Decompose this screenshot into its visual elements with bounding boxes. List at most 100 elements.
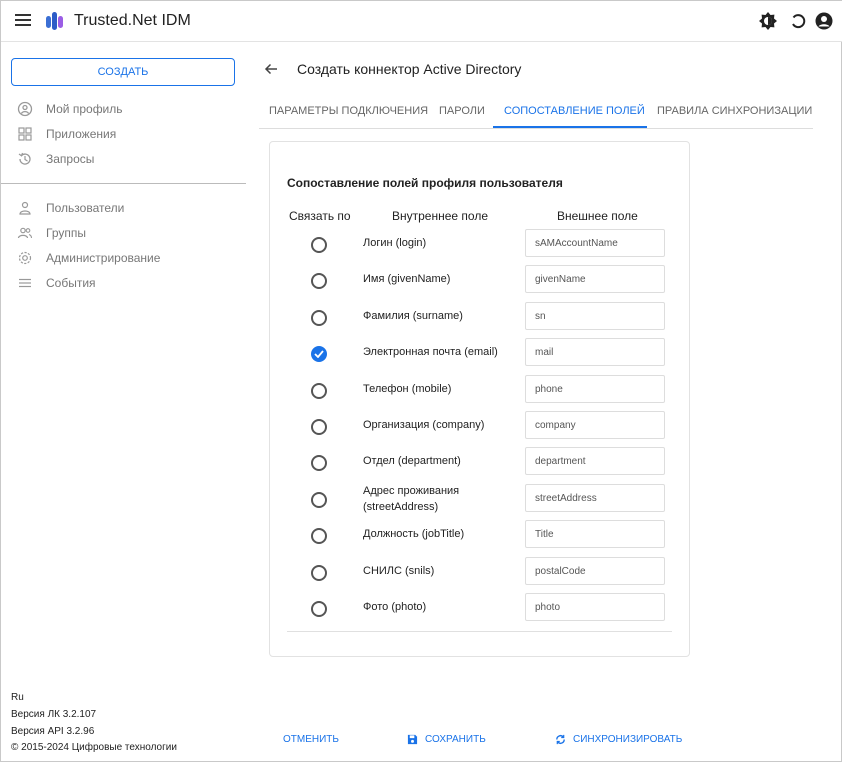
refresh-icon[interactable] xyxy=(788,11,808,31)
link-radio[interactable] xyxy=(311,273,327,289)
save-button[interactable]: СОХРАНИТЬ xyxy=(407,734,486,745)
sidebar-item-label: Администрирование xyxy=(46,251,161,265)
app-logo xyxy=(46,12,63,30)
menu-icon[interactable] xyxy=(15,14,31,28)
column-header-internal: Внутреннее поле xyxy=(392,209,488,223)
sidebar-item-label: Приложения xyxy=(46,127,117,141)
link-radio[interactable] xyxy=(311,310,327,326)
sidebar-item-label: Группы xyxy=(46,226,86,240)
external-field-input[interactable] xyxy=(525,229,665,257)
app-header: Trusted.Net IDM xyxy=(1,1,842,42)
mapping-row: Электронная почта (email) xyxy=(270,338,691,374)
sidebar: СОЗДАТЬ Мой профиль Приложения Запросы П… xyxy=(1,42,247,762)
column-header-link: Связать по xyxy=(289,209,351,223)
link-radio[interactable] xyxy=(311,419,327,435)
tab-sync-rules[interactable]: Правила синхронизации xyxy=(657,97,812,129)
external-field-input[interactable] xyxy=(525,265,665,293)
mapping-row: Должность (jobTitle) xyxy=(270,520,691,556)
back-arrow-icon[interactable] xyxy=(263,61,279,77)
sidebar-item-label: События xyxy=(46,276,96,290)
cancel-button[interactable]: ОТМЕНИТЬ xyxy=(283,734,339,745)
version-lk: Версия ЛК 3.2.107 xyxy=(11,709,97,720)
mapping-row: Адрес проживания (streetAddress) xyxy=(270,484,691,520)
card-divider xyxy=(287,631,672,632)
external-field-input[interactable] xyxy=(525,520,665,548)
group-icon xyxy=(17,227,33,239)
user-icon xyxy=(19,201,31,215)
sidebar-item-label: Пользователи xyxy=(46,201,125,215)
external-field-input[interactable] xyxy=(525,375,665,403)
app-title: Trusted.Net IDM xyxy=(74,12,191,29)
history-icon xyxy=(18,152,31,165)
version-api: Версия API 3.2.96 xyxy=(11,726,95,737)
external-field-input[interactable] xyxy=(525,411,665,439)
sidebar-item-profile[interactable]: Мой профиль xyxy=(17,99,123,119)
link-radio[interactable] xyxy=(311,455,327,471)
sidebar-item-admin[interactable]: Администрирование xyxy=(17,248,160,268)
external-field-input[interactable] xyxy=(525,593,665,621)
tab-connection-params[interactable]: Параметры подключения xyxy=(269,97,428,129)
internal-field-label: Фото (photo) xyxy=(363,601,427,613)
mapping-row: Фото (photo) xyxy=(270,593,691,629)
sidebar-divider xyxy=(1,183,246,184)
theme-icon[interactable] xyxy=(758,11,778,31)
language-switch[interactable]: Ru xyxy=(11,692,24,703)
sidebar-item-groups[interactable]: Группы xyxy=(17,223,86,243)
link-radio-checked[interactable] xyxy=(311,346,327,362)
settings-icon xyxy=(18,251,32,265)
sidebar-item-requests[interactable]: Запросы xyxy=(17,149,94,169)
link-radio[interactable] xyxy=(311,565,327,581)
internal-field-label: Телефон (mobile) xyxy=(363,383,452,395)
sidebar-item-label: Мой профиль xyxy=(46,102,123,116)
tab-passwords[interactable]: Пароли xyxy=(439,97,485,129)
account-icon[interactable] xyxy=(814,11,834,31)
check-icon xyxy=(314,350,324,358)
save-label: СОХРАНИТЬ xyxy=(425,734,486,745)
mapping-row: Телефон (mobile) xyxy=(270,375,691,411)
link-radio[interactable] xyxy=(311,528,327,544)
sync-button[interactable]: СИНХРОНИЗИРОВАТЬ xyxy=(555,734,682,745)
sidebar-item-users[interactable]: Пользователи xyxy=(17,198,124,218)
tab-bar: Параметры подключения Пароли Сопоставлен… xyxy=(259,97,813,129)
apps-icon xyxy=(18,127,32,141)
internal-field-label: Должность (jobTitle) xyxy=(363,528,465,540)
list-icon xyxy=(19,278,31,288)
copyright: © 2015-2024 Цифровые технологии xyxy=(11,742,177,753)
mapping-row: Имя (givenName) xyxy=(270,265,691,301)
tab-field-mapping[interactable]: Сопоставление полей xyxy=(504,97,645,129)
column-header-external: Внешнее поле xyxy=(557,209,638,223)
internal-field-label: Логин (login) xyxy=(363,237,427,249)
link-radio[interactable] xyxy=(311,383,327,399)
mapping-row: Отдел (department) xyxy=(270,447,691,483)
field-mapping-card: Сопоставление полей профиля пользователя… xyxy=(269,141,690,657)
internal-field-label: Адрес проживания (streetAddress) xyxy=(363,485,460,513)
sync-label: СИНХРОНИЗИРОВАТЬ xyxy=(573,734,683,745)
page-title: Создать коннектор Active Directory xyxy=(297,61,522,77)
external-field-input[interactable] xyxy=(525,484,665,512)
create-button[interactable]: СОЗДАТЬ xyxy=(11,58,235,86)
active-tab-indicator xyxy=(493,126,647,128)
internal-field-label: Отдел (department) xyxy=(363,455,461,467)
external-field-input[interactable] xyxy=(525,302,665,330)
internal-field-label: Фамилия (surname) xyxy=(363,310,463,322)
link-radio[interactable] xyxy=(311,237,327,253)
internal-field-label: Организация (company) xyxy=(363,419,485,431)
link-radio[interactable] xyxy=(311,601,327,617)
save-icon xyxy=(407,734,418,745)
external-field-input[interactable] xyxy=(525,557,665,585)
link-radio[interactable] xyxy=(311,492,327,508)
mapping-row: СНИЛС (snils) xyxy=(270,557,691,593)
external-field-input[interactable] xyxy=(525,447,665,475)
sidebar-item-apps[interactable]: Приложения xyxy=(17,124,116,144)
profile-icon xyxy=(17,101,33,117)
sidebar-item-events[interactable]: События xyxy=(17,273,96,293)
internal-field-label: Электронная почта (email) xyxy=(363,346,498,358)
internal-field-label: Имя (givenName) xyxy=(363,273,451,285)
cancel-label: ОТМЕНИТЬ xyxy=(283,734,339,745)
card-title: Сопоставление полей профиля пользователя xyxy=(287,176,563,190)
mapping-row: Фамилия (surname) xyxy=(270,302,691,338)
internal-field-label: СНИЛС (snils) xyxy=(363,565,435,577)
external-field-input[interactable] xyxy=(525,338,665,366)
mapping-row: Организация (company) xyxy=(270,411,691,447)
sync-icon xyxy=(556,734,565,745)
